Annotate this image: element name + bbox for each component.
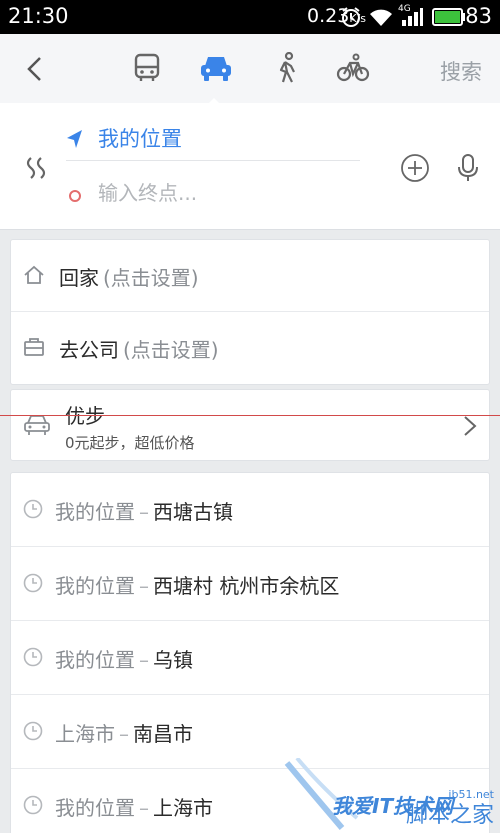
history-to: 西塘村 杭州市余杭区	[153, 574, 340, 598]
clock-icon	[23, 573, 43, 593]
clock-icon	[23, 795, 43, 815]
history-separator: –	[119, 722, 129, 746]
shortcut-hint: (点击设置)	[123, 338, 219, 362]
location-arrow-icon	[67, 130, 82, 148]
history-separator: –	[139, 796, 149, 820]
history-from: 我的位置	[55, 796, 135, 820]
start-field[interactable]: 我的位置	[66, 121, 360, 161]
taxi-icon	[24, 415, 50, 435]
history-item[interactable]: 我的位置 – 乌镇	[11, 621, 489, 695]
history-to: 乌镇	[153, 648, 193, 672]
history-from: 上海市	[55, 722, 115, 746]
youbu-subtitle: 0元起步，超低价格	[65, 434, 195, 452]
transport-header: 搜索	[0, 34, 500, 104]
battery-icon	[432, 8, 465, 26]
watermark: 我爱IT技术网 jb51.net 脚本之家	[282, 758, 500, 833]
back-icon[interactable]	[18, 52, 52, 86]
search-button[interactable]: 搜索	[440, 56, 482, 86]
bike-icon	[336, 53, 370, 82]
wifi-icon	[370, 9, 392, 26]
tab-car[interactable]	[196, 50, 236, 86]
end-row	[66, 177, 360, 217]
bus-icon	[134, 53, 160, 81]
briefcase-icon	[24, 338, 44, 356]
clock-icon	[23, 721, 43, 741]
history-to: 西塘古镇	[153, 500, 233, 524]
destination-input[interactable]	[98, 181, 348, 205]
shortcut-label: 回家	[59, 266, 99, 290]
history-separator: –	[139, 648, 149, 672]
tab-walk[interactable]	[266, 50, 306, 86]
tab-bus[interactable]	[127, 50, 167, 86]
chevron-right-icon	[464, 416, 477, 436]
shortcut-card: 回家 (点击设置) 去公司 (点击设置)	[10, 239, 490, 385]
end-point-icon	[69, 190, 81, 202]
history-from: 我的位置	[55, 574, 135, 598]
car-icon	[201, 57, 231, 81]
battery-level: 83	[465, 4, 492, 28]
alarm-icon	[342, 7, 360, 27]
tab-bike[interactable]	[333, 50, 373, 86]
history-item[interactable]: 我的位置 – 西塘村 杭州市余杭区	[11, 547, 489, 621]
status-bar: 21:30 0.23K/s 4G 83	[0, 0, 500, 34]
red-guide-line	[0, 415, 500, 416]
start-location: 我的位置	[98, 127, 182, 151]
history-to: 南昌市	[133, 722, 193, 746]
clock-icon	[23, 647, 43, 667]
shortcut-work[interactable]: 去公司 (点击设置)	[11, 312, 489, 384]
history-separator: –	[139, 574, 149, 598]
youbu-card[interactable]: 优步 0元起步，超低价格	[10, 389, 490, 461]
shortcut-hint: (点击设置)	[103, 266, 199, 290]
microphone-icon[interactable]	[456, 153, 480, 183]
home-icon	[24, 265, 44, 284]
watermark-brand: 脚本之家	[405, 803, 494, 828]
add-waypoint-icon[interactable]	[400, 153, 430, 183]
route-panel: 我的位置	[0, 103, 500, 230]
history-item[interactable]: 我的位置 – 西塘古镇	[11, 473, 489, 547]
history-from: 我的位置	[55, 500, 135, 524]
history-to: 上海市	[153, 796, 213, 820]
swap-icon[interactable]	[22, 153, 52, 183]
signal-icon	[402, 8, 423, 26]
history-from: 我的位置	[55, 648, 135, 672]
history-separator: –	[139, 500, 149, 524]
clock-icon	[23, 499, 43, 519]
shortcut-label: 去公司	[59, 338, 119, 362]
status-time: 21:30	[8, 4, 69, 28]
shortcut-home[interactable]: 回家 (点击设置)	[11, 240, 489, 312]
walk-icon	[279, 52, 295, 83]
